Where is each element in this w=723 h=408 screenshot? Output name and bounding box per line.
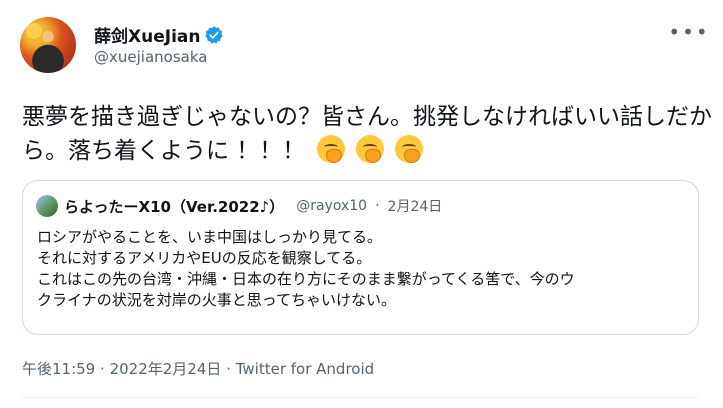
author-name-row[interactable]: 薛剑XueJian: [94, 22, 224, 47]
face-with-hand-over-mouth-icon: [355, 135, 384, 163]
tweet-text: 悪夢を描き過ぎじゃないの？皆さん。挑発しなければいい話しだから。落ち着くように …: [22, 100, 712, 168]
quoted-line: それに対するアメリカやEUの反応を観察してる。: [37, 249, 372, 267]
more-options-button[interactable]: •••: [668, 20, 707, 44]
quoted-author-avatar: [36, 195, 58, 217]
face-with-hand-over-mouth-icon: [316, 135, 345, 163]
quoted-separator: ·: [375, 198, 380, 214]
timestamp-separator: ·: [226, 360, 231, 378]
tweet-timestamp: 午後11:59 · 2022年2月24日 · Twitter for Andro…: [22, 358, 374, 379]
more-horizontal-icon: •••: [668, 20, 710, 44]
quoted-date: 2月24日: [387, 199, 443, 215]
verified-badge-icon: [205, 25, 224, 44]
quoted-line: クライナの状況を対岸の火事と思ってちゃいけない。: [37, 291, 396, 309]
divider: [22, 397, 699, 398]
quoted-line: これはこの先の台湾・沖縄・日本の在り方にそのまま繋がってくる筈で、今のウ: [37, 270, 575, 288]
quoted-line: ロシアがやることを、いま中国はしっかり見てる。: [37, 228, 383, 246]
quoted-author-name: らよったーX10（Ver.2022♪）: [64, 197, 285, 216]
author-handle[interactable]: @xuejianosaka: [94, 48, 207, 66]
tweet-time-link[interactable]: 午後11:59 · 2022年2月24日: [22, 360, 221, 378]
author-display-name[interactable]: 薛剑XueJian: [94, 22, 200, 47]
quoted-tweet-card[interactable]: らよったーX10（Ver.2022♪） @rayox10 · 2月24日 ロシア…: [22, 180, 699, 335]
author-avatar[interactable]: [20, 17, 76, 73]
quoted-tweet-header: らよったーX10（Ver.2022♪） @rayox10 · 2月24日: [36, 195, 442, 217]
tweet-source-link[interactable]: Twitter for Android: [236, 360, 374, 378]
quoted-author-handle: @rayox10: [296, 198, 368, 214]
tweet-container: 薛剑XueJian @xuejianosaka ••• 悪夢を描き過ぎじゃないの…: [0, 0, 723, 408]
quoted-tweet-body: ロシアがやることを、いま中国はしっかり見てる。 それに対するアメリカやEUの反応…: [37, 227, 687, 311]
face-with-hand-over-mouth-icon: [395, 135, 424, 163]
